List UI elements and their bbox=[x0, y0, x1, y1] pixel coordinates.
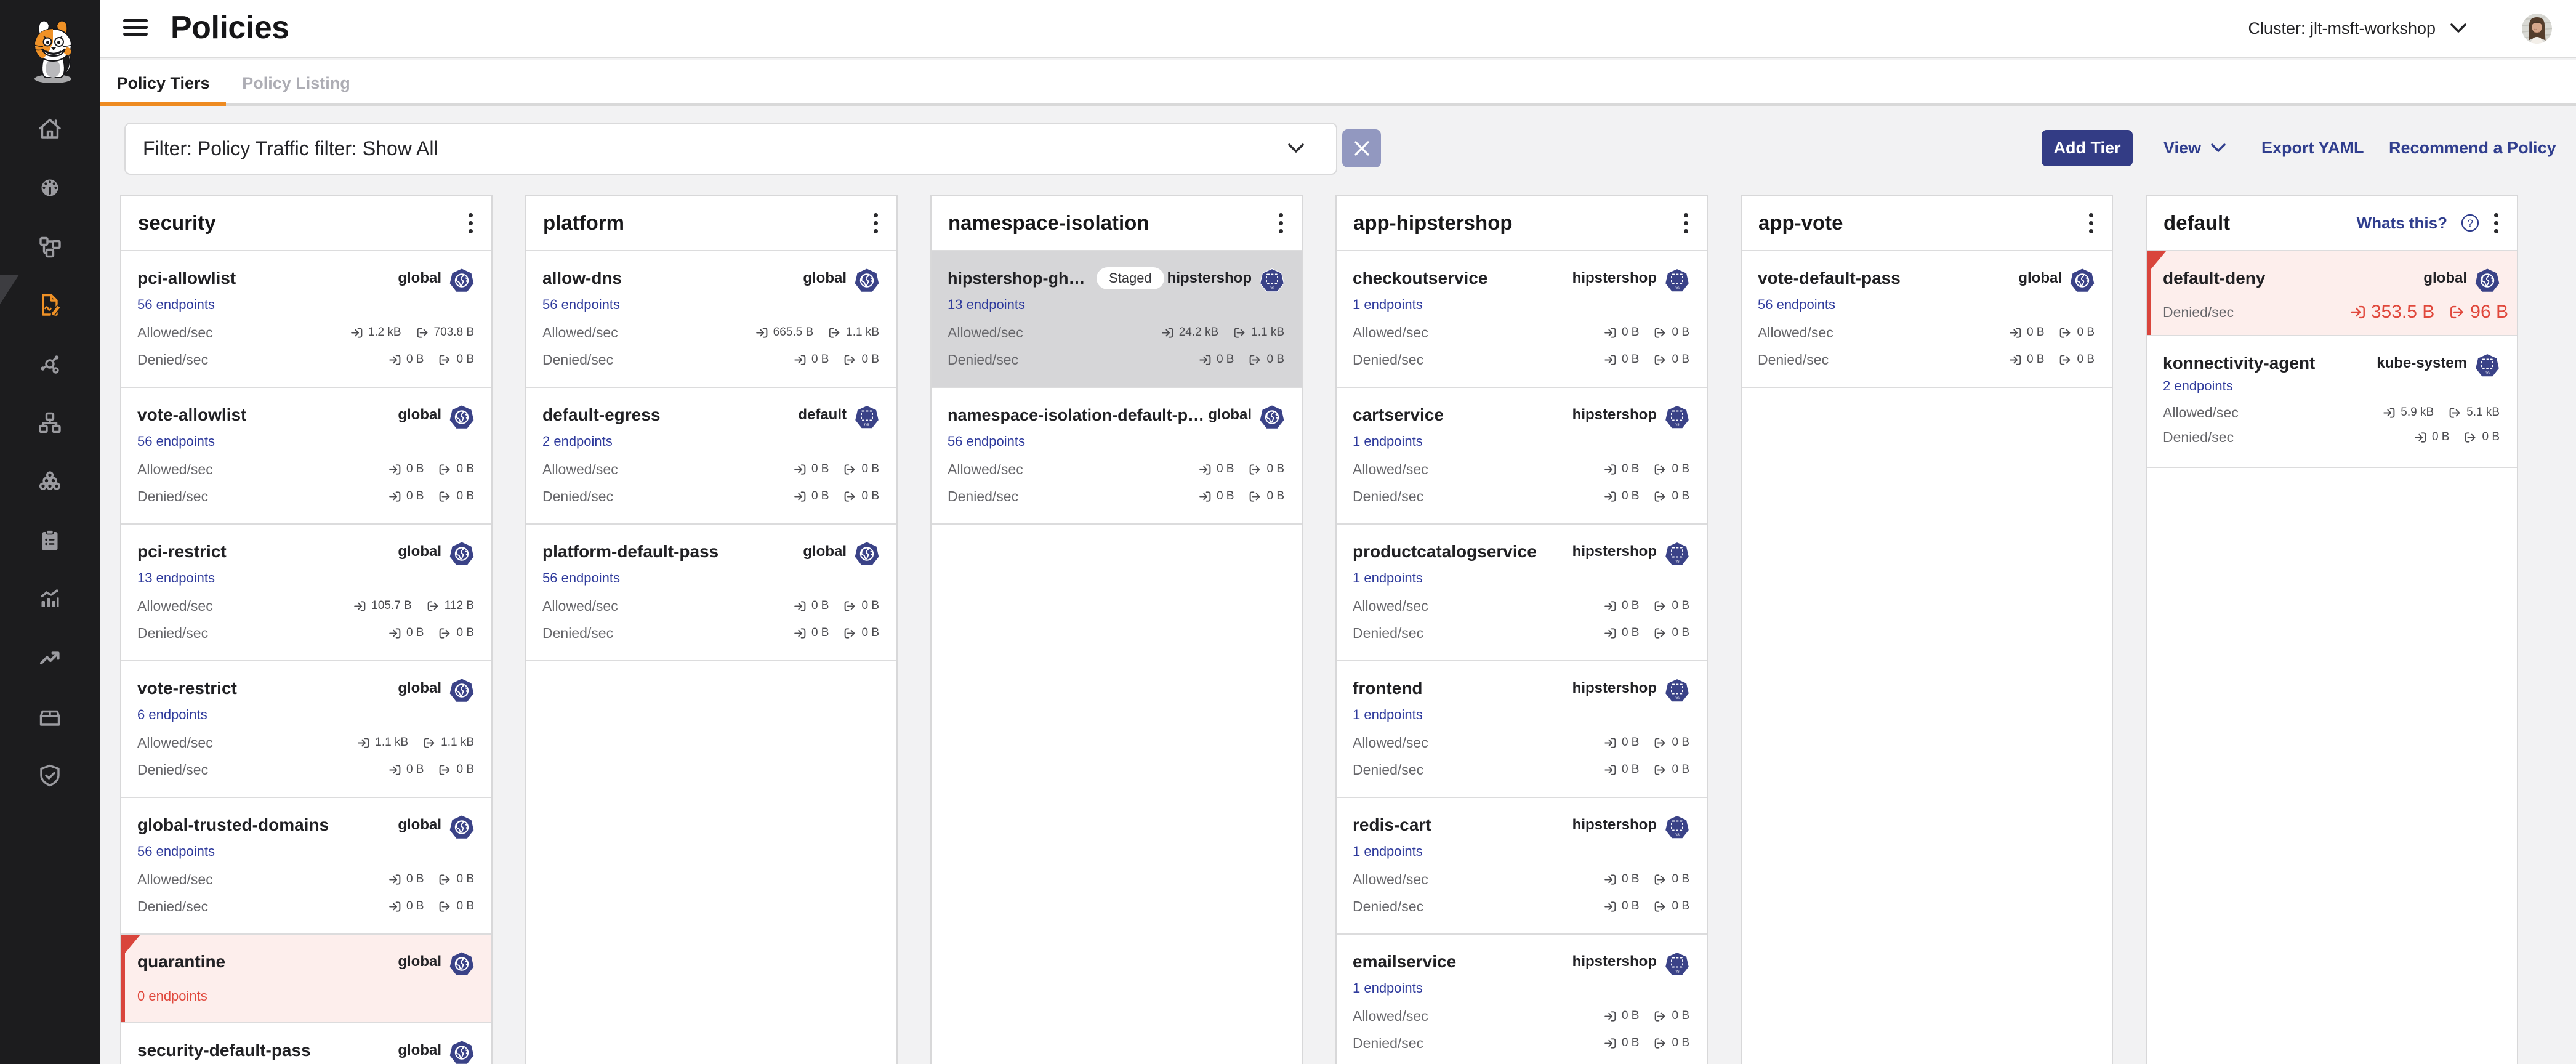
svg-text:ns: ns bbox=[1675, 422, 1680, 427]
svg-text:ns: ns bbox=[1675, 558, 1680, 564]
svg-text:ns: ns bbox=[1270, 285, 1274, 291]
svg-text:?: ? bbox=[2468, 217, 2473, 229]
svg-text:ns: ns bbox=[1675, 832, 1680, 837]
svg-text:ns: ns bbox=[1675, 969, 1680, 974]
svg-text:ns: ns bbox=[1675, 285, 1680, 291]
svg-text:ns: ns bbox=[1675, 695, 1680, 701]
svg-text:ns: ns bbox=[2485, 370, 2490, 376]
svg-text:ns: ns bbox=[864, 422, 869, 427]
